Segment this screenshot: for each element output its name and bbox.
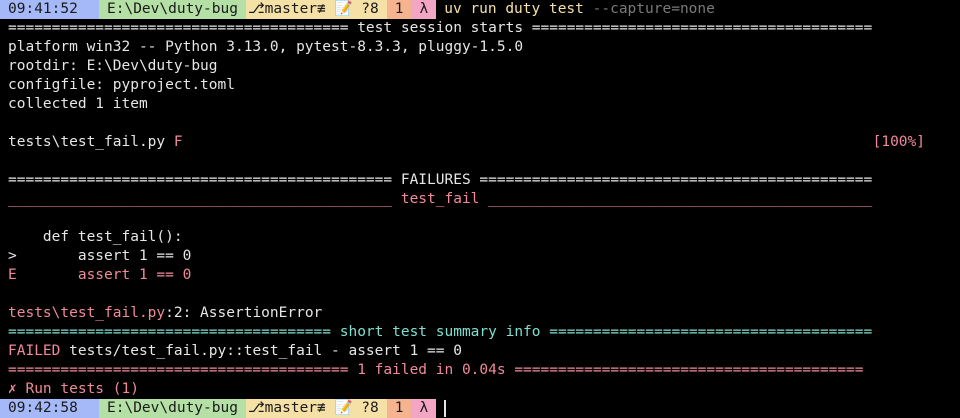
code-assert-line: > assert 1 == 0	[8, 247, 960, 266]
command-main: uv run duty test	[444, 1, 584, 17]
collected-line: collected 1 item	[8, 96, 148, 112]
progress-result: F	[173, 134, 183, 150]
prompt-time: 09:42:58	[0, 399, 99, 418]
run-tests-line: ✗ Run tests (1)	[8, 381, 139, 397]
prompt-count: 1	[386, 0, 412, 19]
failures-header: ========================================…	[8, 172, 873, 188]
command-text: uv run duty test --capture=none	[436, 0, 715, 19]
progress-percent: [100%]	[872, 134, 925, 150]
rootdir-line: rootdir: E:\Dev\duty-bug	[8, 58, 218, 74]
terminal-window[interactable]: 09:41:52 E:\Dev\duty-bug ⎇master≢ 📝 ?8 1…	[0, 0, 960, 418]
failed-text: tests/test_fail.py::test_fail - assert 1…	[60, 343, 462, 359]
error-line: E assert 1 == 0	[8, 266, 960, 285]
prompt-count: 1	[386, 399, 412, 418]
result-line: ======================================= …	[8, 362, 864, 378]
failed-summary-line: FAILED tests/test_fail.py::test_fail - a…	[8, 342, 960, 361]
prompt-lambda-icon: λ	[411, 0, 437, 19]
error-location-line: tests\test_fail.py:2: AssertionError	[8, 304, 960, 323]
failed-label: FAILED	[8, 343, 61, 359]
code-marker: >	[8, 248, 17, 264]
prompt-git-status: ⎇master≢ 📝 ?8	[245, 399, 387, 418]
prompt-git-status: ⎇master≢ 📝 ?8	[245, 0, 387, 19]
error-location-file: tests\test_fail.py	[8, 305, 166, 321]
test-fail-header: ________________________________________…	[8, 191, 873, 207]
prompt-directory: E:\Dev\duty-bug	[99, 399, 246, 418]
progress-file: tests\test_fail.py	[8, 134, 174, 150]
configfile-line: configfile: pyproject.toml	[8, 77, 235, 93]
text-cursor[interactable]	[444, 400, 447, 417]
session-header: ======================================= …	[8, 20, 873, 36]
prompt-lambda-icon: λ	[411, 399, 437, 418]
code-def-line: def test_fail():	[8, 229, 183, 245]
code-assert: assert 1 == 0	[16, 248, 192, 264]
prompt-time: 09:41:52	[0, 0, 99, 19]
error-marker: E	[8, 267, 17, 283]
prompt-line-bottom[interactable]: 09:42:58 E:\Dev\duty-bug ⎇master≢ 📝 ?8 1…	[0, 399, 960, 418]
summary-header: ===================================== sh…	[8, 324, 873, 340]
error-location-rest: :2: AssertionError	[165, 305, 323, 321]
prompt-line-top: 09:41:52 E:\Dev\duty-bug ⎇master≢ 📝 ?8 1…	[0, 0, 960, 19]
error-assert: assert 1 == 0	[16, 267, 192, 283]
prompt-directory: E:\Dev\duty-bug	[99, 0, 246, 19]
platform-line: platform win32 -- Python 3.13.0, pytest-…	[8, 39, 524, 55]
progress-line: tests\test_fail.py F [100%]	[8, 133, 960, 152]
command-flag: --capture=none	[592, 1, 715, 17]
